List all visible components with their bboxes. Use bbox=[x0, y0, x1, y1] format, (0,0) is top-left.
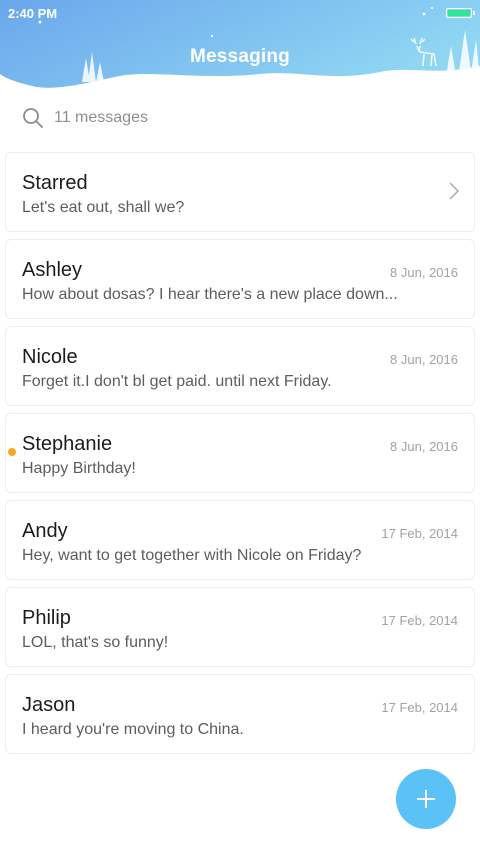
conversation-item[interactable]: Philip 17 Feb, 2014 LOL, that's so funny… bbox=[5, 587, 475, 667]
message-date: 8 Jun, 2016 bbox=[390, 439, 458, 454]
message-preview: How about dosas? I hear there's a new pl… bbox=[22, 286, 398, 303]
message-date: 8 Jun, 2016 bbox=[390, 352, 458, 367]
contact-name: Ashley bbox=[22, 259, 83, 281]
contact-name: Starred bbox=[22, 172, 88, 194]
message-date: 17 Feb, 2014 bbox=[381, 700, 458, 715]
message-preview: Let's eat out, shall we? bbox=[22, 199, 185, 216]
search-icon[interactable] bbox=[22, 107, 44, 129]
search-bar[interactable]: 11 messages bbox=[22, 106, 148, 130]
status-time: 2:40 PM bbox=[8, 6, 58, 21]
battery-icon bbox=[446, 8, 475, 18]
search-placeholder: 11 messages bbox=[54, 109, 148, 126]
conversation-item[interactable]: Nicole 8 Jun, 2016 Forget it.I don't bl … bbox=[5, 326, 475, 406]
conversation-list: Starred Let's eat out, shall we? Ashley … bbox=[5, 152, 475, 761]
conversation-item[interactable]: Ashley 8 Jun, 2016 How about dosas? I he… bbox=[5, 239, 475, 319]
contact-name: Stephanie bbox=[22, 433, 113, 455]
message-preview: Happy Birthday! bbox=[22, 460, 136, 477]
chevron-right-icon bbox=[449, 182, 460, 200]
message-preview: I heard you're moving to China. bbox=[22, 721, 244, 738]
message-preview: Hey, want to get together with Nicole on… bbox=[22, 547, 362, 564]
contact-name: Philip bbox=[22, 607, 71, 629]
conversation-starred[interactable]: Starred Let's eat out, shall we? bbox=[5, 152, 475, 232]
contact-name: Nicole bbox=[22, 346, 78, 368]
page-title: Messaging bbox=[190, 46, 290, 67]
message-date: 17 Feb, 2014 bbox=[381, 526, 458, 541]
message-date: 8 Jun, 2016 bbox=[390, 265, 458, 280]
message-preview: LOL, that's so funny! bbox=[22, 634, 169, 651]
unread-indicator bbox=[8, 448, 16, 456]
app-header: 2:40 PM Messaging bbox=[0, 0, 480, 100]
message-date: 17 Feb, 2014 bbox=[381, 613, 458, 628]
conversation-item[interactable]: Stephanie 8 Jun, 2016 Happy Birthday! bbox=[5, 413, 475, 493]
conversation-item[interactable]: Andy 17 Feb, 2014 Hey, want to get toget… bbox=[5, 500, 475, 580]
contact-name: Andy bbox=[22, 520, 68, 542]
contact-name: Jason bbox=[22, 694, 76, 716]
conversation-item[interactable]: Jason 17 Feb, 2014 I heard you're moving… bbox=[5, 674, 475, 754]
battery-level bbox=[448, 10, 470, 16]
compose-button[interactable] bbox=[396, 769, 456, 829]
message-preview: Forget it.I don't bl get paid. until nex… bbox=[22, 373, 332, 390]
